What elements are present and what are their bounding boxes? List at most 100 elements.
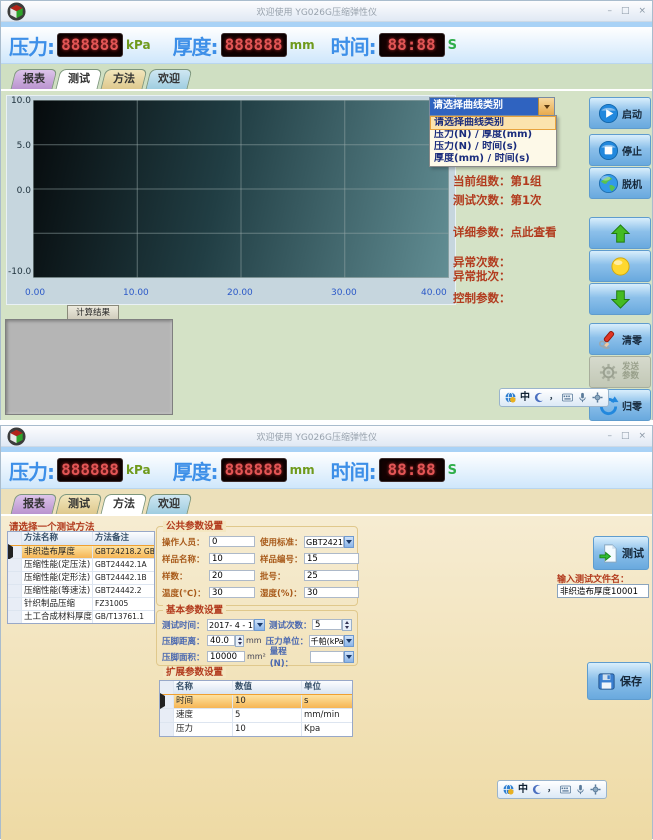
- sample-no-input[interactable]: [304, 553, 359, 564]
- method-row[interactable]: 压缩性能(定形法) GBT24442.1B: [8, 572, 154, 585]
- filename-input[interactable]: [557, 584, 649, 598]
- temperature-label: 温度(℃)：: [162, 587, 209, 599]
- standard-value: GBT24218.2 GB,: [304, 536, 344, 548]
- test-document-icon: [598, 543, 619, 564]
- pressure-display: 888888: [57, 458, 123, 482]
- method-row[interactable]: 土工合成材料厚度 GB/T13761.1: [8, 611, 154, 623]
- ime-mode-zh[interactable]: 中: [518, 785, 528, 795]
- test-times-spinner[interactable]: [342, 619, 352, 631]
- curve-type-value: 请选择曲线类别: [430, 98, 538, 115]
- window-title: 欢迎使用 YG026G压缩弹性仪: [26, 430, 607, 443]
- ime-settings-icon[interactable]: [590, 784, 601, 795]
- window-method: 欢迎使用 YG026G压缩弹性仪 – □ × 压力: 888888 kPa 厚度…: [0, 425, 653, 839]
- thickness-label: 厚度:: [173, 456, 218, 485]
- down-arrow-button[interactable]: [589, 283, 651, 315]
- start-button[interactable]: 启动: [589, 97, 651, 129]
- close-button[interactable]: ×: [638, 7, 646, 16]
- range-value: [310, 651, 345, 663]
- sample-name-label: 样品名称：: [162, 553, 209, 565]
- thickness-display: 888888: [221, 458, 287, 482]
- ime-softkeyboard-icon[interactable]: [560, 784, 571, 795]
- tab-method[interactable]: 方法: [101, 494, 148, 514]
- ext-param-row[interactable]: 速度 5 mm/min: [160, 709, 352, 723]
- col-unit: 单位: [302, 681, 352, 694]
- ime-mode-zh[interactable]: 中: [520, 393, 530, 403]
- ext-param-row[interactable]: 时间 10 s: [160, 695, 352, 709]
- close-button[interactable]: ×: [638, 432, 646, 441]
- curve-option[interactable]: 请选择曲线类别: [431, 117, 555, 129]
- tab-report[interactable]: 报表: [11, 69, 58, 89]
- tab-method[interactable]: 方法: [101, 69, 148, 89]
- up-arrow-button[interactable]: [589, 217, 651, 249]
- restore-button[interactable]: □: [621, 7, 630, 16]
- send-params-button-label: 发送参数: [622, 363, 642, 381]
- ime-language-icon[interactable]: [503, 784, 514, 795]
- method-row[interactable]: 压缩性能(定压法) GBT24442.1A: [8, 559, 154, 572]
- clear-button[interactable]: 清零: [589, 323, 651, 355]
- ime-fullwidth-icon[interactable]: [532, 784, 543, 795]
- temperature-input[interactable]: [209, 587, 255, 598]
- method-row[interactable]: 非织造布厚度 GBT24218.2 GB/T3820: [8, 546, 154, 559]
- curve-option[interactable]: 压力(N) / 时间(s): [431, 141, 555, 153]
- ime-mic-icon[interactable]: [575, 784, 586, 795]
- time-label: 时间:: [331, 31, 376, 60]
- ime-punctuation[interactable]: ，: [549, 393, 558, 402]
- dropdown-arrow-button[interactable]: [538, 98, 554, 115]
- method-row[interactable]: 针织制品压缩 FZ31005: [8, 598, 154, 611]
- batch-input[interactable]: [304, 570, 359, 581]
- status-indicator-button[interactable]: [589, 250, 651, 282]
- tab-test[interactable]: 测试: [56, 69, 103, 89]
- method-row[interactable]: 压缩性能(等速法) GBT24442.2: [8, 585, 154, 598]
- sample-name-input[interactable]: [209, 553, 255, 564]
- row-indicator-icon: [8, 544, 13, 560]
- thickness-unit: mm: [290, 463, 315, 477]
- foot-distance-spinner[interactable]: [235, 635, 244, 647]
- standard-dropdown-button[interactable]: [344, 536, 354, 548]
- tab-welcome[interactable]: 欢迎: [146, 69, 193, 89]
- standard-label: 使用标准：: [260, 536, 304, 548]
- tab-welcome[interactable]: 欢迎: [146, 494, 193, 514]
- test-time-dropdown-button[interactable]: [254, 619, 265, 631]
- pressure-unit-value: 千帕(kPa): [309, 635, 345, 647]
- stop-button[interactable]: 停止: [589, 134, 651, 166]
- foot-distance-input[interactable]: [207, 635, 235, 646]
- minimize-button[interactable]: –: [607, 7, 612, 16]
- curve-option[interactable]: 压力(N) / 厚度(mm): [431, 129, 555, 141]
- curve-type-dropdown[interactable]: 请选择曲线类别: [429, 97, 555, 116]
- foot-area-input[interactable]: [207, 651, 245, 662]
- curve-option[interactable]: 厚度(mm) / 时间(s): [431, 153, 555, 165]
- sample-count-input[interactable]: [209, 570, 255, 581]
- humidity-input[interactable]: [304, 587, 359, 598]
- test-times-label: 测试次数：: [269, 619, 312, 631]
- app-logo-icon: [7, 427, 26, 446]
- minimize-button[interactable]: –: [607, 432, 612, 441]
- window-title: 欢迎使用 YG026G压缩弹性仪: [26, 5, 607, 18]
- ext-param-row[interactable]: 压力 10 Kpa: [160, 723, 352, 736]
- test-button[interactable]: 测试: [593, 536, 649, 570]
- tab-bar: 报表 测试 方法 欢迎: [1, 489, 652, 514]
- offline-button[interactable]: 脱机: [589, 167, 651, 199]
- range-dropdown-button[interactable]: [344, 651, 354, 663]
- globe-icon: [598, 173, 619, 194]
- col-method-name: 方法名称: [22, 532, 93, 545]
- method-table-header: 方法名称 方法备注: [8, 532, 154, 546]
- ime-punctuation[interactable]: ，: [547, 785, 556, 794]
- detail-params-link[interactable]: 详细参数：点此查看: [453, 224, 557, 240]
- ime-language-icon[interactable]: [505, 392, 516, 403]
- curve-type-option-list: 请选择曲线类别 压力(N) / 厚度(mm) 压力(N) / 时间(s) 厚度(…: [429, 115, 557, 167]
- tab-test[interactable]: 测试: [56, 494, 103, 514]
- ime-softkeyboard-icon[interactable]: [562, 392, 573, 403]
- tab-bar: 报表 测试 方法 欢迎: [1, 64, 652, 89]
- operator-input[interactable]: [209, 536, 255, 547]
- ime-settings-icon[interactable]: [592, 392, 603, 403]
- send-params-button[interactable]: 发送参数: [589, 356, 651, 388]
- pressure-unit-dropdown-button[interactable]: [344, 635, 354, 647]
- save-button[interactable]: 保存: [587, 662, 651, 700]
- test-times-input[interactable]: [312, 619, 342, 630]
- tab-report[interactable]: 报表: [11, 494, 58, 514]
- ime-mic-icon[interactable]: [577, 392, 588, 403]
- ext-params-group: 扩展参数设置 名称 数值 单位 时间 10 s: [156, 670, 358, 738]
- ime-fullwidth-icon[interactable]: [534, 392, 545, 403]
- x-tick: 10.00: [123, 288, 149, 298]
- restore-button[interactable]: □: [621, 432, 630, 441]
